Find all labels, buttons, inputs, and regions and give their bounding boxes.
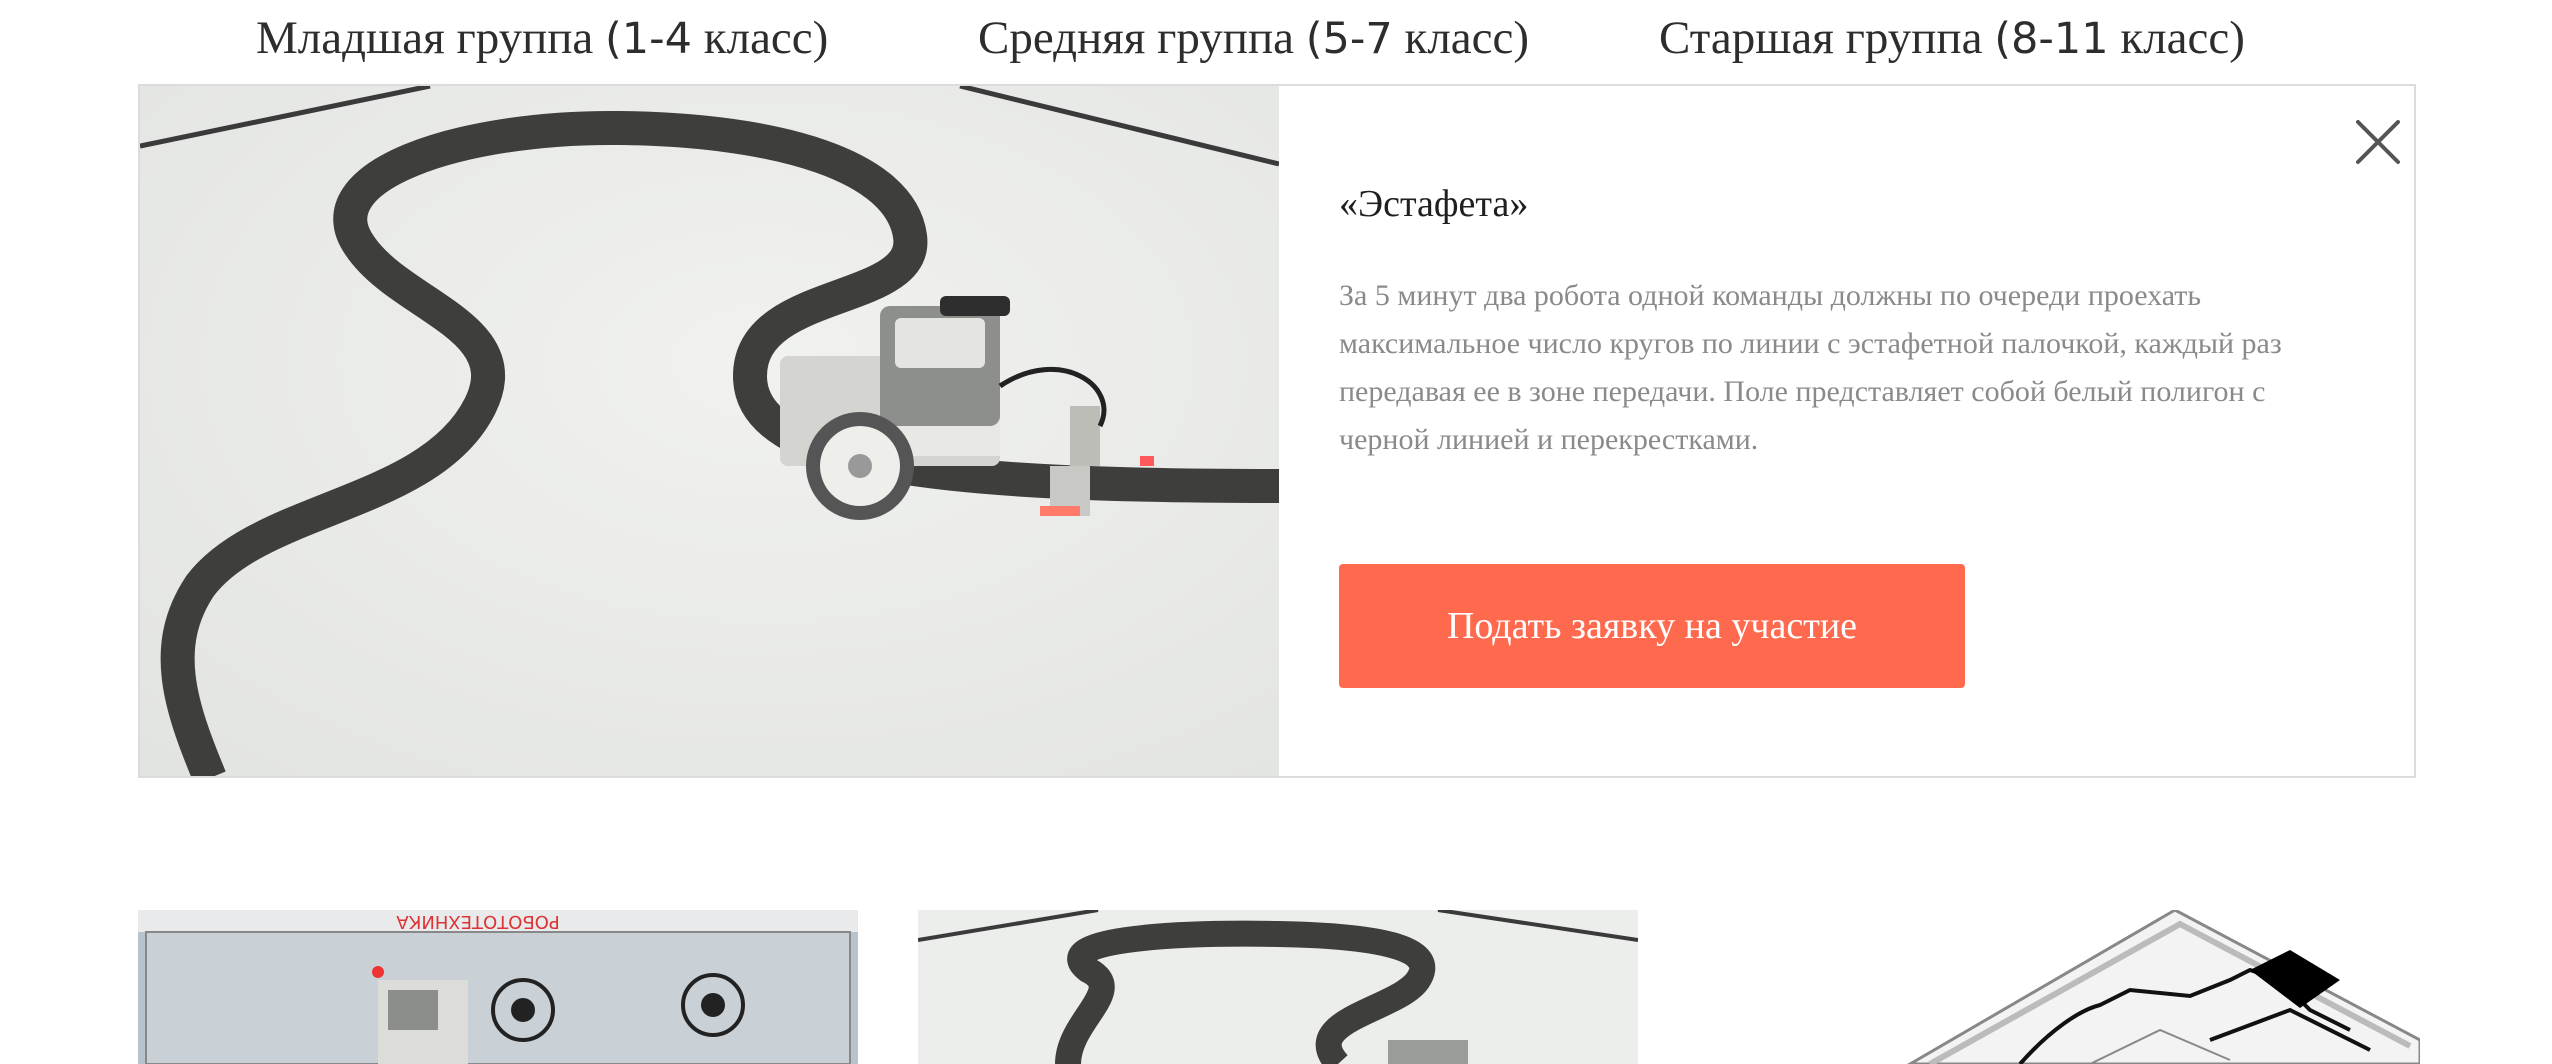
close-icon bbox=[2356, 120, 2400, 164]
tab-middle-group[interactable]: Средняя группа (5-7 класс) bbox=[978, 6, 1529, 71]
competition-thumbnail[interactable]: РОБОТОТЕХНИКА bbox=[138, 910, 858, 1064]
group-tabs: Младшая группа (1-4 класс) Средняя групп… bbox=[0, 0, 2552, 80]
tab-grade-range: (1-4 bbox=[605, 14, 693, 64]
maze-field-diagram bbox=[1690, 910, 2420, 1064]
close-button[interactable] bbox=[2348, 112, 2408, 172]
competition-photo bbox=[140, 86, 1279, 776]
tab-grade-range: (8-11 bbox=[1994, 14, 2109, 64]
popup-description: За 5 минут два робота одной команды долж… bbox=[1339, 279, 2282, 456]
apply-button[interactable]: Подать заявку на участие bbox=[1339, 564, 1965, 688]
competition-popup: «Эстафета» За 5 минут два робота одной к… bbox=[138, 84, 2416, 778]
tab-grade-range: (5-7 bbox=[1305, 14, 1393, 64]
competition-thumbnail[interactable] bbox=[918, 910, 1638, 1064]
tab-senior-group[interactable]: Старшая группа (8-11 класс) bbox=[1659, 6, 2245, 71]
tab-label: Старшая группа bbox=[1659, 12, 1995, 64]
robot-field-photo: РОБОТОТЕХНИКА bbox=[138, 910, 858, 1064]
tab-label: Средняя группа bbox=[978, 12, 1306, 64]
popup-title: «Эстафета» bbox=[1339, 183, 1529, 225]
tab-label: Младшая группа bbox=[256, 12, 606, 64]
tab-label-tail: класс) bbox=[692, 12, 829, 64]
field-label: РОБОТОТЕХНИКА bbox=[396, 911, 560, 932]
tab-junior-group[interactable]: Младшая группа (1-4 класс) bbox=[256, 6, 828, 71]
tab-label-tail: класс) bbox=[1392, 12, 1530, 64]
robot-track-photo bbox=[918, 910, 1638, 1064]
robot-track-photo bbox=[140, 86, 1279, 776]
tab-label-tail: класс) bbox=[2108, 12, 2245, 64]
competition-thumbnail[interactable] bbox=[1690, 910, 2420, 1064]
